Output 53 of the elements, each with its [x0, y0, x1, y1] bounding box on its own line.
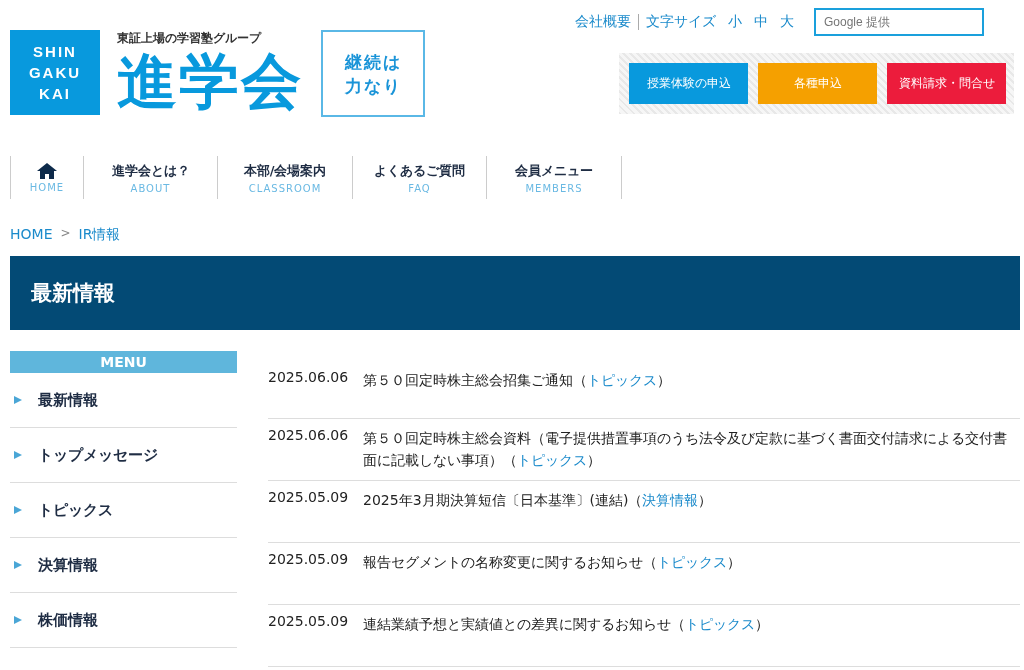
- logo-mark-text: GAKU: [28, 63, 82, 83]
- menu-heading: MENU: [10, 351, 237, 373]
- home-icon: [37, 162, 57, 179]
- triangle-icon: [14, 396, 22, 404]
- nav-item[interactable]: よくあるご質問 FAQ: [352, 156, 486, 199]
- action-button[interactable]: 授業体験の申込: [629, 63, 748, 104]
- logo-mark-text: SHIN: [33, 42, 77, 62]
- menu-item[interactable]: 最新情報: [38, 390, 98, 410]
- category-link[interactable]: トピックス: [685, 616, 755, 632]
- font-size-label: 文字サイズ: [646, 13, 716, 31]
- font-size-link[interactable]: 小: [728, 13, 742, 31]
- breadcrumb-link[interactable]: HOME: [10, 226, 53, 244]
- news-title: 報告セグメントの名称変更に関するお知らせ（トピックス）: [363, 553, 741, 572]
- breadcrumb-link[interactable]: IR情報: [78, 226, 121, 244]
- logo-name[interactable]: 進学会: [117, 47, 303, 115]
- news-date: 2025.05.09: [268, 489, 350, 505]
- breadcrumb-separator: >: [60, 226, 71, 242]
- font-size-link[interactable]: 大: [780, 13, 794, 31]
- news-date: 2025.05.09: [268, 551, 350, 567]
- triangle-icon: [14, 506, 22, 514]
- page-title: 最新情報: [10, 256, 1020, 330]
- triangle-icon: [14, 561, 22, 569]
- news-date: 2025.06.06: [268, 427, 350, 443]
- logo-mark-text: KAI: [39, 84, 71, 104]
- action-button[interactable]: 資料請求・問合せ: [887, 63, 1006, 104]
- news-date: 2025.06.06: [268, 369, 350, 385]
- menu-item[interactable]: 決算情報: [38, 555, 98, 575]
- action-button[interactable]: 各種申込: [758, 63, 877, 104]
- company-link[interactable]: 会社概要: [575, 13, 631, 31]
- nav-item[interactable]: HOME: [10, 156, 83, 199]
- font-size-link[interactable]: 中: [754, 13, 768, 31]
- menu-item[interactable]: 株価情報: [38, 610, 98, 630]
- category-link[interactable]: トピックス: [657, 554, 727, 570]
- nav-item[interactable]: 会員メニュー MEMBERS: [486, 156, 622, 199]
- news-date: 2025.05.09: [268, 613, 350, 629]
- nav-item[interactable]: 本部/会場案内 CLASSROOM: [217, 156, 352, 199]
- logo-mark[interactable]: SHIN GAKU KAI: [10, 30, 100, 115]
- triangle-icon: [14, 616, 22, 624]
- menu-item[interactable]: トップメッセージ: [38, 445, 158, 465]
- category-link[interactable]: トピックス: [517, 452, 587, 468]
- category-link[interactable]: 決算情報: [642, 492, 699, 508]
- news-title: 2025年3月期決算短信〔日本基準〕(連結)（決算情報）: [363, 491, 713, 510]
- news-title: 連結業績予想と実績値との差異に関するお知らせ（トピックス）: [363, 615, 769, 634]
- news-title: 第５０回定時株主総会招集ご通知（トピックス）: [363, 371, 671, 390]
- category-link[interactable]: トピックス: [587, 372, 657, 388]
- news-title: 第５０回定時株主総会資料（電子提供措置事項のうち法令及び定款に基づく書面交付請求による交付書面に記載しない事項）（トピックス）: [363, 429, 1008, 470]
- motto-text: 継続は: [344, 50, 402, 74]
- menu-item[interactable]: トピックス: [38, 500, 113, 520]
- nav-item[interactable]: 進学会とは？ ABOUT: [83, 156, 217, 199]
- triangle-icon: [14, 451, 22, 459]
- tagline: 東証上場の学習塾グループ: [117, 30, 263, 47]
- motto-text: 力なり: [344, 74, 402, 98]
- search-field[interactable]: Google 提供: [814, 8, 984, 36]
